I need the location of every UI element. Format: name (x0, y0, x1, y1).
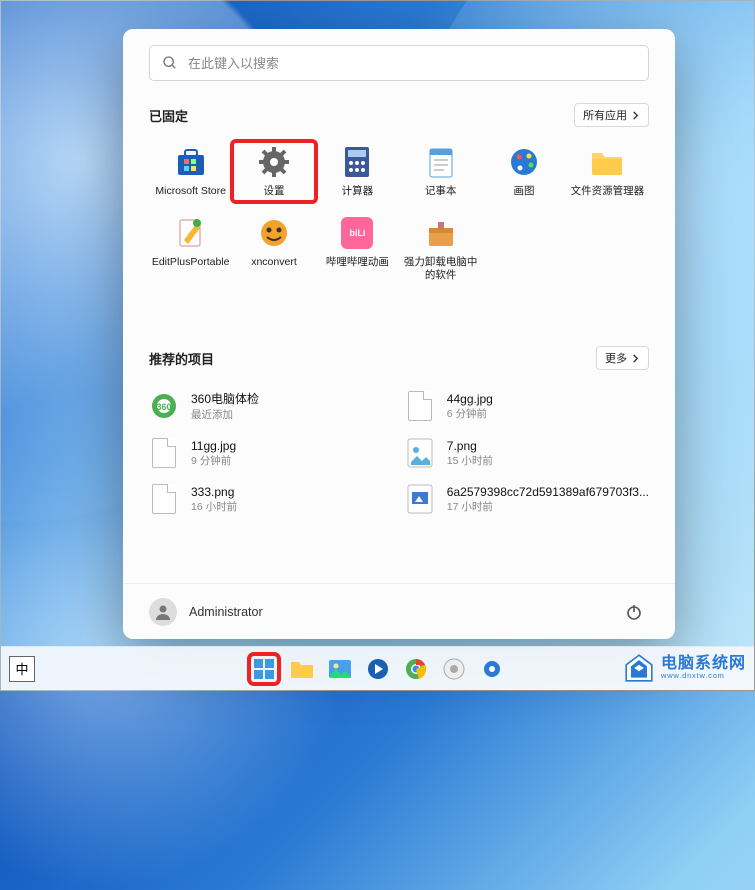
chrome-icon (405, 658, 427, 680)
gear-icon (257, 145, 291, 179)
app-label: xnconvert (251, 256, 297, 269)
app-label: Microsoft Store (155, 185, 226, 198)
ime-indicator[interactable]: 中 (9, 656, 35, 682)
pinned-title: 已固定 (149, 106, 188, 125)
brand-url: www.dnxtw.com (661, 672, 746, 680)
brand-logo-icon (623, 652, 655, 684)
power-button[interactable] (619, 597, 649, 627)
search-bar[interactable] (149, 45, 649, 81)
bilibili-icon: biLi (340, 216, 374, 250)
windows-icon (253, 658, 275, 680)
ime-label: 中 (15, 659, 28, 678)
rec-name: 6a2579398cc72d591389af679703f3... (447, 485, 649, 499)
rec-item[interactable]: 6a2579398cc72d591389af679703f3...17 小时前 (405, 482, 649, 516)
pinned-header: 已固定 所有应用 (149, 103, 649, 127)
search-icon (162, 55, 178, 71)
image-icon (405, 484, 435, 514)
app-xnconvert[interactable]: xnconvert (232, 212, 315, 286)
all-apps-button[interactable]: 所有应用 (574, 103, 649, 127)
rec-name: 360电脑体检 (191, 390, 259, 407)
shield-icon: 360 (149, 391, 179, 421)
user-bar: Administrator (123, 583, 675, 639)
app-calculator[interactable]: 计算器 (316, 141, 399, 202)
xnconvert-icon (257, 216, 291, 250)
folder-icon (290, 659, 314, 679)
rec-item[interactable]: 11gg.jpg9 分钟前 (149, 436, 385, 470)
image-icon (405, 438, 435, 468)
search-input[interactable] (188, 56, 636, 71)
rec-item[interactable]: 333.png16 小时前 (149, 482, 385, 516)
taskbar-settings[interactable] (478, 655, 506, 683)
app-label: 设置 (263, 185, 284, 198)
start-menu: 已固定 所有应用 Microsoft Store 设置 计算器 (123, 29, 675, 639)
play-icon (367, 658, 389, 680)
pinned-grid: Microsoft Store 设置 计算器 记事本 画图 (149, 141, 649, 286)
user-name: Administrator (189, 605, 263, 619)
app-label: 记事本 (425, 185, 457, 198)
taskbar-file-explorer[interactable] (288, 655, 316, 683)
app-label: 强力卸载电脑中的软件 (402, 256, 480, 282)
recommended-header: 推荐的项目 更多 (149, 346, 649, 370)
rec-meta: 16 小时前 (191, 499, 237, 514)
app-microsoft-store[interactable]: Microsoft Store (149, 141, 232, 202)
gear-icon (481, 658, 503, 680)
rec-meta: 9 分钟前 (191, 453, 236, 468)
rec-meta: 17 小时前 (447, 499, 649, 514)
rec-name: 7.png (447, 439, 493, 453)
rec-name: 11gg.jpg (191, 439, 236, 453)
file-icon (149, 484, 179, 514)
svg-text:360: 360 (156, 402, 171, 412)
palette-icon (507, 145, 541, 179)
app-settings[interactable]: 设置 (232, 141, 315, 202)
rec-meta: 6 分钟前 (447, 406, 493, 421)
app-file-explorer[interactable]: 文件资源管理器 (566, 141, 649, 202)
recommended-title: 推荐的项目 (149, 349, 214, 368)
user-avatar-icon (149, 598, 177, 626)
taskbar-left: 中 (9, 656, 35, 682)
app-uninstaller[interactable]: 强力卸载电脑中的软件 (399, 212, 482, 286)
app-label: 哔哩哔哩动画 (326, 256, 389, 269)
notepad-icon (424, 145, 458, 179)
folder-icon (590, 145, 624, 179)
rec-item[interactable]: 7.png15 小时前 (405, 436, 649, 470)
calculator-icon (340, 145, 374, 179)
taskbar-app[interactable] (440, 655, 468, 683)
rec-name: 44gg.jpg (447, 392, 493, 406)
file-icon (405, 391, 435, 421)
all-apps-label: 所有应用 (583, 107, 627, 123)
app-bilibili[interactable]: biLi 哔哩哔哩动画 (316, 212, 399, 286)
file-icon (149, 438, 179, 468)
app-label: 文件资源管理器 (571, 185, 645, 198)
recommended-list: 360 360电脑体检最近添加 44gg.jpg6 分钟前 11gg.jpg9 … (149, 388, 649, 516)
rec-item[interactable]: 360 360电脑体检最近添加 (149, 388, 385, 424)
power-icon (625, 603, 643, 621)
rec-meta: 15 小时前 (447, 453, 493, 468)
rec-item[interactable]: 44gg.jpg6 分钟前 (405, 388, 649, 424)
photos-icon (328, 659, 352, 679)
start-button[interactable] (250, 655, 278, 683)
app-paint[interactable]: 画图 (482, 141, 565, 202)
app-icon (443, 658, 465, 680)
brand-title: 电脑系统网 (661, 656, 746, 673)
watermark-brand: 电脑系统网 www.dnxtw.com (623, 652, 746, 684)
chevron-right-icon (631, 354, 640, 363)
app-label: 画图 (513, 185, 534, 198)
package-icon (424, 216, 458, 250)
rec-name: 333.png (191, 485, 237, 499)
more-button[interactable]: 更多 (596, 346, 649, 370)
app-label: 计算器 (342, 185, 374, 198)
taskbar-media[interactable] (364, 655, 392, 683)
more-label: 更多 (605, 350, 627, 366)
app-label: EditPlusPortable (152, 256, 230, 269)
chevron-right-icon (631, 111, 640, 120)
taskbar-photos[interactable] (326, 655, 354, 683)
app-notepad[interactable]: 记事本 (399, 141, 482, 202)
app-editplus[interactable]: EditPlusPortable (149, 212, 232, 286)
editplus-icon (174, 216, 208, 250)
taskbar-chrome[interactable] (402, 655, 430, 683)
user-account-button[interactable]: Administrator (149, 598, 263, 626)
rec-meta: 最近添加 (191, 407, 259, 422)
store-icon (174, 145, 208, 179)
